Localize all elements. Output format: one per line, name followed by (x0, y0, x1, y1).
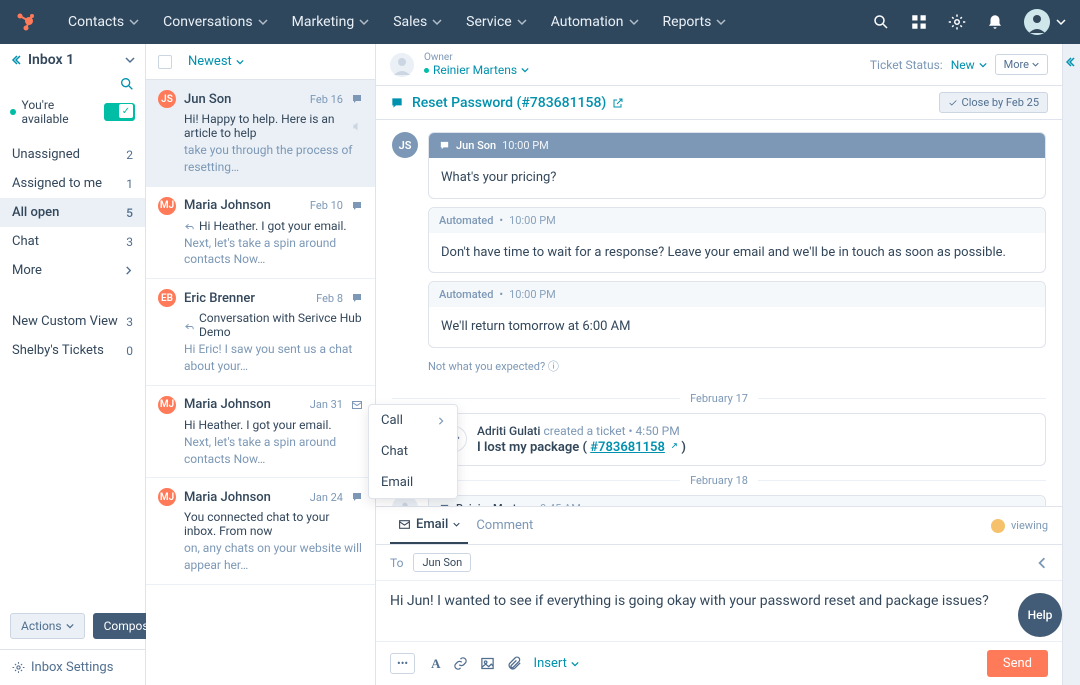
account-menu[interactable] (1024, 9, 1066, 35)
ticket-card[interactable]: Adriti Gulati created a ticket • 4:50 PM… (428, 413, 1046, 466)
menu-conversations[interactable]: Conversations (153, 8, 277, 36)
mail-icon (398, 518, 411, 531)
date-separator: February 18 (392, 474, 1046, 487)
message-body: We'll return tomorrow at 6:00 AM (429, 307, 1045, 347)
channel-popup: Call Chat Email (368, 404, 458, 499)
composer: Email Comment viewing To Jun Son Hi Jun!… (376, 506, 1062, 685)
help-button[interactable]: Help (1018, 593, 1062, 637)
gear-icon[interactable] (948, 13, 966, 31)
ticket-link[interactable]: #783681158 (590, 440, 665, 455)
recipient-chip[interactable]: Jun Son (413, 553, 471, 572)
sidebar-item[interactable]: More (0, 256, 145, 285)
inbox-title[interactable]: Inbox 1 (28, 52, 74, 68)
owner-name[interactable]: Reinier Martens (424, 63, 529, 77)
popup-item-email[interactable]: Email (369, 467, 457, 498)
avatar (1024, 9, 1050, 35)
menu-marketing[interactable]: Marketing (282, 8, 380, 36)
status-dot (10, 109, 16, 115)
select-all-checkbox[interactable] (158, 55, 172, 69)
sender-avatar: JS (392, 132, 418, 158)
availability-toggle[interactable] (104, 103, 135, 121)
conversation-title[interactable]: Reset Password (#783681158) (412, 95, 624, 111)
thread-item[interactable]: EBEric BrennerFeb 8 Conversation with Se… (146, 279, 375, 386)
owner-label: Owner (424, 52, 529, 63)
viewing-indicator: viewing (991, 519, 1048, 533)
menu-reports[interactable]: Reports (653, 8, 737, 36)
link-button[interactable] (453, 656, 468, 671)
sidebar-custom-views: New Custom View3Shelby's Tickets0 (0, 303, 145, 369)
search-icon[interactable] (872, 13, 890, 31)
message-body: Don't have time to wait for a response? … (429, 233, 1045, 273)
more-button[interactable]: More (995, 54, 1048, 75)
image-button[interactable] (480, 656, 495, 671)
popup-item-call[interactable]: Call (369, 405, 457, 436)
close-by-button[interactable]: Close by Feb 25 (939, 92, 1048, 113)
external-link-icon (668, 442, 678, 452)
bell-icon[interactable] (986, 13, 1004, 31)
sort-dropdown[interactable]: Newest (188, 54, 244, 69)
to-label: To (390, 556, 403, 570)
external-link-icon (612, 97, 624, 109)
thread-item[interactable]: MJMaria JohnsonJan 24 You connected chat… (146, 478, 375, 585)
sidebar-item[interactable]: Unassigned2 (0, 140, 145, 169)
sidebar-item[interactable]: All open5 (0, 198, 145, 227)
chat-icon (390, 96, 404, 110)
conversation-panel: Owner Reinier Martens Ticket Status: New… (376, 44, 1062, 685)
chevron-down-icon[interactable] (125, 53, 135, 68)
chevron-right-icon (437, 417, 445, 425)
chat-icon (439, 140, 450, 151)
thread-item[interactable]: MJMaria JohnsonFeb 10 Hi Heather. I got … (146, 187, 375, 280)
marketplace-icon[interactable] (910, 13, 928, 31)
expand-recipients[interactable] (1036, 556, 1048, 570)
send-button[interactable]: Send (987, 650, 1048, 677)
app-body: Inbox 1 You're available Unassigned2Assi… (0, 44, 1080, 685)
more-options-button[interactable]: ••• (390, 653, 415, 674)
sidebar: Inbox 1 You're available Unassigned2Assi… (0, 44, 146, 685)
tab-comment[interactable]: Comment (468, 508, 541, 543)
sidebar-item[interactable]: Shelby's Tickets0 (0, 336, 145, 365)
message-body: What's your pricing? (429, 158, 1045, 198)
popup-item-chat[interactable]: Chat (369, 436, 457, 467)
search-icon[interactable] (119, 76, 135, 92)
actions-button[interactable]: Actions (10, 613, 85, 639)
menu-automation[interactable]: Automation (541, 8, 649, 36)
gear-icon (12, 661, 25, 674)
tab-email[interactable]: Email (390, 507, 468, 544)
availability-label: You're available (22, 98, 98, 126)
thread-item[interactable]: MJMaria JohnsonJan 31 Hi Heather. I got … (146, 386, 375, 479)
main-menu: Contacts Conversations Marketing Sales S… (58, 8, 736, 36)
check-icon (948, 98, 958, 108)
font-button[interactable]: A (431, 656, 440, 672)
chevron-down-icon (1056, 17, 1066, 27)
hubspot-logo[interactable] (14, 10, 38, 34)
insert-dropdown[interactable]: Insert (534, 656, 579, 671)
menu-sales[interactable]: Sales (383, 8, 452, 36)
date-separator: February 17 (392, 392, 1046, 405)
thread-list: Newest JSJun SonFeb 16 Hi! Happy to help… (146, 44, 376, 685)
inbox-settings-link[interactable]: Inbox Settings (0, 649, 145, 685)
menu-contacts[interactable]: Contacts (58, 8, 149, 36)
sidebar-item[interactable]: New Custom View3 (0, 307, 145, 336)
not-expected-link[interactable]: Not what you expected? ⓘ (428, 356, 1046, 382)
back-icon[interactable] (10, 53, 22, 68)
sidebar-views: Unassigned2Assigned to me1All open5Chat3… (0, 136, 145, 289)
menu-service[interactable]: Service (456, 8, 537, 36)
ticket-status-label: Ticket Status: (870, 58, 943, 72)
top-nav: Contacts Conversations Marketing Sales S… (0, 0, 1080, 44)
right-rail-toggle[interactable]: A (1062, 44, 1080, 685)
owner-avatar (390, 53, 414, 77)
composer-body[interactable]: Hi Jun! I wanted to see if everything is… (376, 581, 1062, 641)
sidebar-item[interactable]: Chat3 (0, 227, 145, 256)
ticket-status-dropdown[interactable]: New (951, 58, 987, 72)
attach-button[interactable] (507, 656, 522, 671)
thread-item[interactable]: JSJun SonFeb 16 Hi! Happy to help. Here … (146, 80, 375, 187)
sidebar-item[interactable]: Assigned to me1 (0, 169, 145, 198)
